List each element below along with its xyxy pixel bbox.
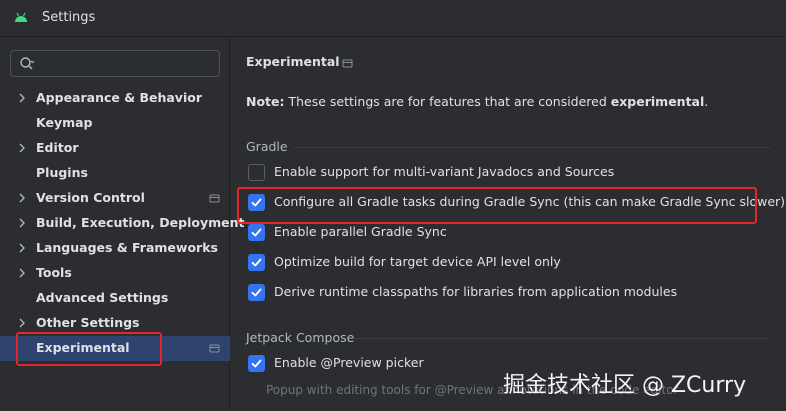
sidebar-item-other-settings[interactable]: Other Settings bbox=[0, 311, 230, 336]
note-text: These settings are for features that are… bbox=[284, 94, 611, 109]
checkbox-checked[interactable] bbox=[248, 284, 265, 301]
option-label: Configure all Gradle tasks during Gradle… bbox=[274, 194, 786, 209]
compose-section-divider bbox=[353, 338, 771, 339]
chevron-right-icon[interactable] bbox=[17, 267, 27, 279]
watermark: 掘金技术社区 @ ZCurry bbox=[503, 373, 747, 398]
sidebar-item-label: Version Control bbox=[36, 190, 145, 205]
sidebar-item-label: Experimental bbox=[36, 340, 130, 355]
checkbox-checked[interactable] bbox=[248, 355, 265, 372]
project-scope-icon bbox=[209, 344, 220, 353]
sidebar-item-version-control[interactable]: Version Control bbox=[0, 186, 230, 211]
experimental-note: Note: These settings are for features th… bbox=[246, 94, 708, 109]
search-box[interactable] bbox=[10, 50, 220, 77]
note-prefix: Note: bbox=[246, 94, 285, 109]
checkbox-checked[interactable] bbox=[248, 224, 265, 241]
chevron-right-icon[interactable] bbox=[17, 142, 27, 154]
android-icon bbox=[15, 12, 27, 22]
chevron-right-icon[interactable] bbox=[17, 192, 27, 204]
sidebar-item-languages-frameworks[interactable]: Languages & Frameworks bbox=[0, 236, 230, 261]
note-suffix: . bbox=[704, 94, 709, 109]
sidebar-item-advanced-settings[interactable]: Advanced Settings bbox=[0, 286, 230, 311]
sidebar-item-editor[interactable]: Editor bbox=[0, 136, 230, 161]
sidebar-item-label: Tools bbox=[36, 265, 72, 280]
sidebar-item-label: Keymap bbox=[36, 115, 93, 130]
settings-window: Settings Appearance & Behavior Keymap Edit… bbox=[0, 0, 786, 411]
option-label: Derive runtime classpaths for libraries … bbox=[274, 284, 678, 299]
sidebar-item-label: Advanced Settings bbox=[36, 290, 169, 305]
sidebar-item-experimental[interactable]: Experimental bbox=[0, 336, 230, 361]
main-panel: Experimental Note: These settings are fo… bbox=[231, 38, 786, 411]
sidebar-item-build-execution-deployment[interactable]: Build, Execution, Deployment bbox=[0, 211, 244, 236]
gradle-section-divider bbox=[293, 147, 771, 148]
note-emphasis: experimental bbox=[610, 94, 705, 109]
checkmark-icon bbox=[251, 228, 262, 237]
option-label: Enable support for multi-variant Javadoc… bbox=[274, 164, 615, 179]
project-scope-icon bbox=[342, 59, 353, 68]
sidebar-item-label: Appearance & Behavior bbox=[36, 90, 202, 105]
title-bar: Settings bbox=[0, 0, 786, 37]
window-title: Settings bbox=[42, 10, 96, 25]
chevron-right-icon[interactable] bbox=[17, 242, 27, 254]
sidebar-item-keymap[interactable]: Keymap bbox=[0, 111, 230, 136]
checkbox-checked[interactable] bbox=[248, 194, 265, 211]
compose-section-label: Jetpack Compose bbox=[246, 330, 355, 345]
checkmark-icon bbox=[251, 198, 262, 207]
sidebar-item-appearance-behavior[interactable]: Appearance & Behavior bbox=[0, 86, 230, 111]
chevron-right-icon[interactable] bbox=[17, 92, 27, 104]
project-scope-icon bbox=[209, 194, 220, 203]
checkmark-icon bbox=[251, 359, 262, 368]
chevron-right-icon[interactable] bbox=[17, 217, 27, 229]
sidebar-item-label: Languages & Frameworks bbox=[36, 240, 218, 255]
option-label: Optimize build for target device API lev… bbox=[274, 254, 561, 269]
sidebar-item-label: Other Settings bbox=[36, 315, 140, 330]
option-label: Enable parallel Gradle Sync bbox=[274, 224, 447, 239]
search-input[interactable] bbox=[43, 53, 213, 74]
chevron-right-icon[interactable] bbox=[17, 317, 27, 329]
settings-sidebar: Appearance & Behavior Keymap Editor Plugins… bbox=[0, 38, 244, 411]
option-label: Enable @Preview picker bbox=[274, 355, 424, 370]
sidebar-item-plugins[interactable]: Plugins bbox=[0, 161, 230, 186]
checkmark-icon bbox=[251, 288, 262, 297]
page-title: Experimental bbox=[246, 54, 340, 69]
sidebar-item-label: Editor bbox=[36, 140, 79, 155]
gradle-section-label: Gradle bbox=[246, 139, 288, 154]
sidebar-item-label: Build, Execution, Deployment bbox=[36, 215, 245, 230]
checkmark-icon bbox=[251, 258, 262, 267]
sidebar-item-label: Plugins bbox=[36, 165, 88, 180]
search-icon[interactable] bbox=[19, 56, 35, 72]
sidebar-item-tools[interactable]: Tools bbox=[0, 261, 230, 286]
checkbox-unchecked[interactable] bbox=[248, 164, 265, 181]
checkbox-checked[interactable] bbox=[248, 254, 265, 271]
